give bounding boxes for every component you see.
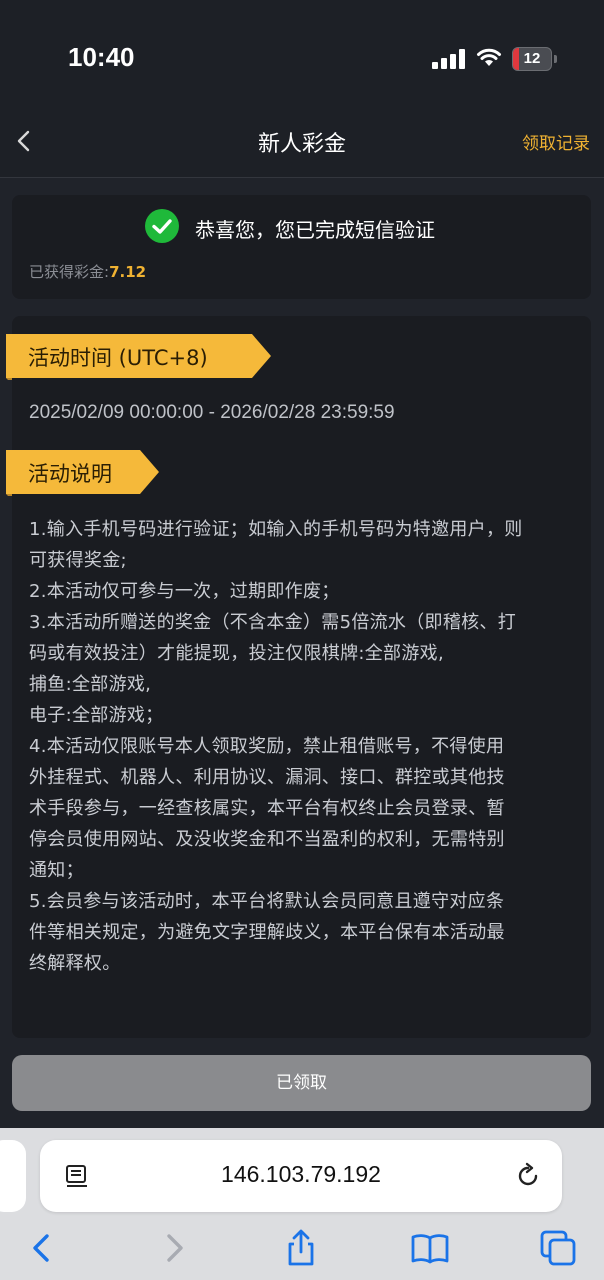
wifi-icon [477,48,501,66]
activity-time-tag: 活动时间 (UTC+8) [6,332,272,380]
bookmarks-icon[interactable] [410,1228,450,1268]
reload-icon[interactable] [514,1162,542,1190]
earned-bonus: 已获得彩金:7.12 [29,261,146,282]
desc-line: 4.本活动仅限账号本人领取奖励，禁止租借账号，不得使用 [29,736,505,757]
previous-tab-peek[interactable] [0,1140,26,1212]
back-arrow-icon[interactable] [22,1228,62,1268]
activity-desc-heading: 活动说明 [28,462,112,486]
nav-bar: 新人彩金 领取记录 [0,104,604,178]
desc-line: 通知； [29,860,84,881]
share-icon[interactable] [281,1228,321,1268]
address-bar[interactable]: 146.103.79.192 [40,1140,562,1212]
activity-time-heading: 活动时间 (UTC+8) [28,346,208,370]
activity-desc-tag: 活动说明 [6,448,160,496]
battery-icon: 12 [512,47,552,71]
desc-line: 外挂程式、机器人、利用协议、漏洞、接口、群控或其他技 [29,767,505,788]
url-text[interactable]: 146.103.79.192 [40,1161,562,1188]
success-message: 恭喜您，您已完成短信验证 [195,218,435,242]
check-circle-icon [145,209,179,243]
earned-bonus-label: 已获得彩金: [29,263,110,281]
tabs-icon[interactable] [538,1228,578,1268]
desc-line: 1.输入手机号码进行验证；如输入的手机号码为特邀用户，则 [29,519,523,540]
desc-line: 3.本活动所赠送的奖金（不含本金）需5倍流水（即稽核、打 [29,612,517,633]
desc-line: 5.会员参与该活动时，本平台将默认会员同意且遵守对应条 [29,891,505,912]
desc-line: 术手段参与，一经查核属实，本平台有权终止会员登录、暂 [29,798,505,819]
desc-line: 终解释权。 [29,953,121,974]
activity-time-range: 2025/02/09 00:00:00 - 2026/02/28 23:59:5… [29,402,395,423]
activity-description: 1.输入手机号码进行验证；如输入的手机号码为特邀用户，则 可获得奖金; 2.本活… [29,514,579,979]
status-time: 10:40 [68,42,135,72]
desc-line: 捕鱼:全部游戏, [29,674,152,695]
desc-line: 可获得奖金; [29,550,127,571]
claimed-button[interactable]: 已领取 [12,1055,591,1111]
status-bar: 10:40 12 [0,0,604,104]
page-title: 新人彩金 [257,132,346,157]
claim-record-link[interactable]: 领取记录 [522,129,590,154]
earned-bonus-value: 7.12 [109,263,147,281]
desc-line: 2.本活动仅可参与一次，过期即作废； [29,581,340,602]
desc-line: 停会员使用网站、及没收奖金和不当盈利的权利，无需特别 [29,829,505,850]
cellular-signal-icon [432,49,466,69]
desc-line: 电子:全部游戏； [29,705,164,726]
desc-line: 件等相关规定，为避免文字理解歧义，本平台保有本活动最 [29,922,505,943]
battery-level: 12 [523,50,541,67]
browser-bottom-bar: 146.103.79.192 [0,1128,604,1280]
verification-status-card: 恭喜您，您已完成短信验证 已获得彩金:7.12 [12,195,591,299]
forward-arrow-icon[interactable] [154,1228,194,1268]
desc-line: 码或有效投注）才能提现，投注仅限棋牌:全部游戏, [29,643,444,664]
